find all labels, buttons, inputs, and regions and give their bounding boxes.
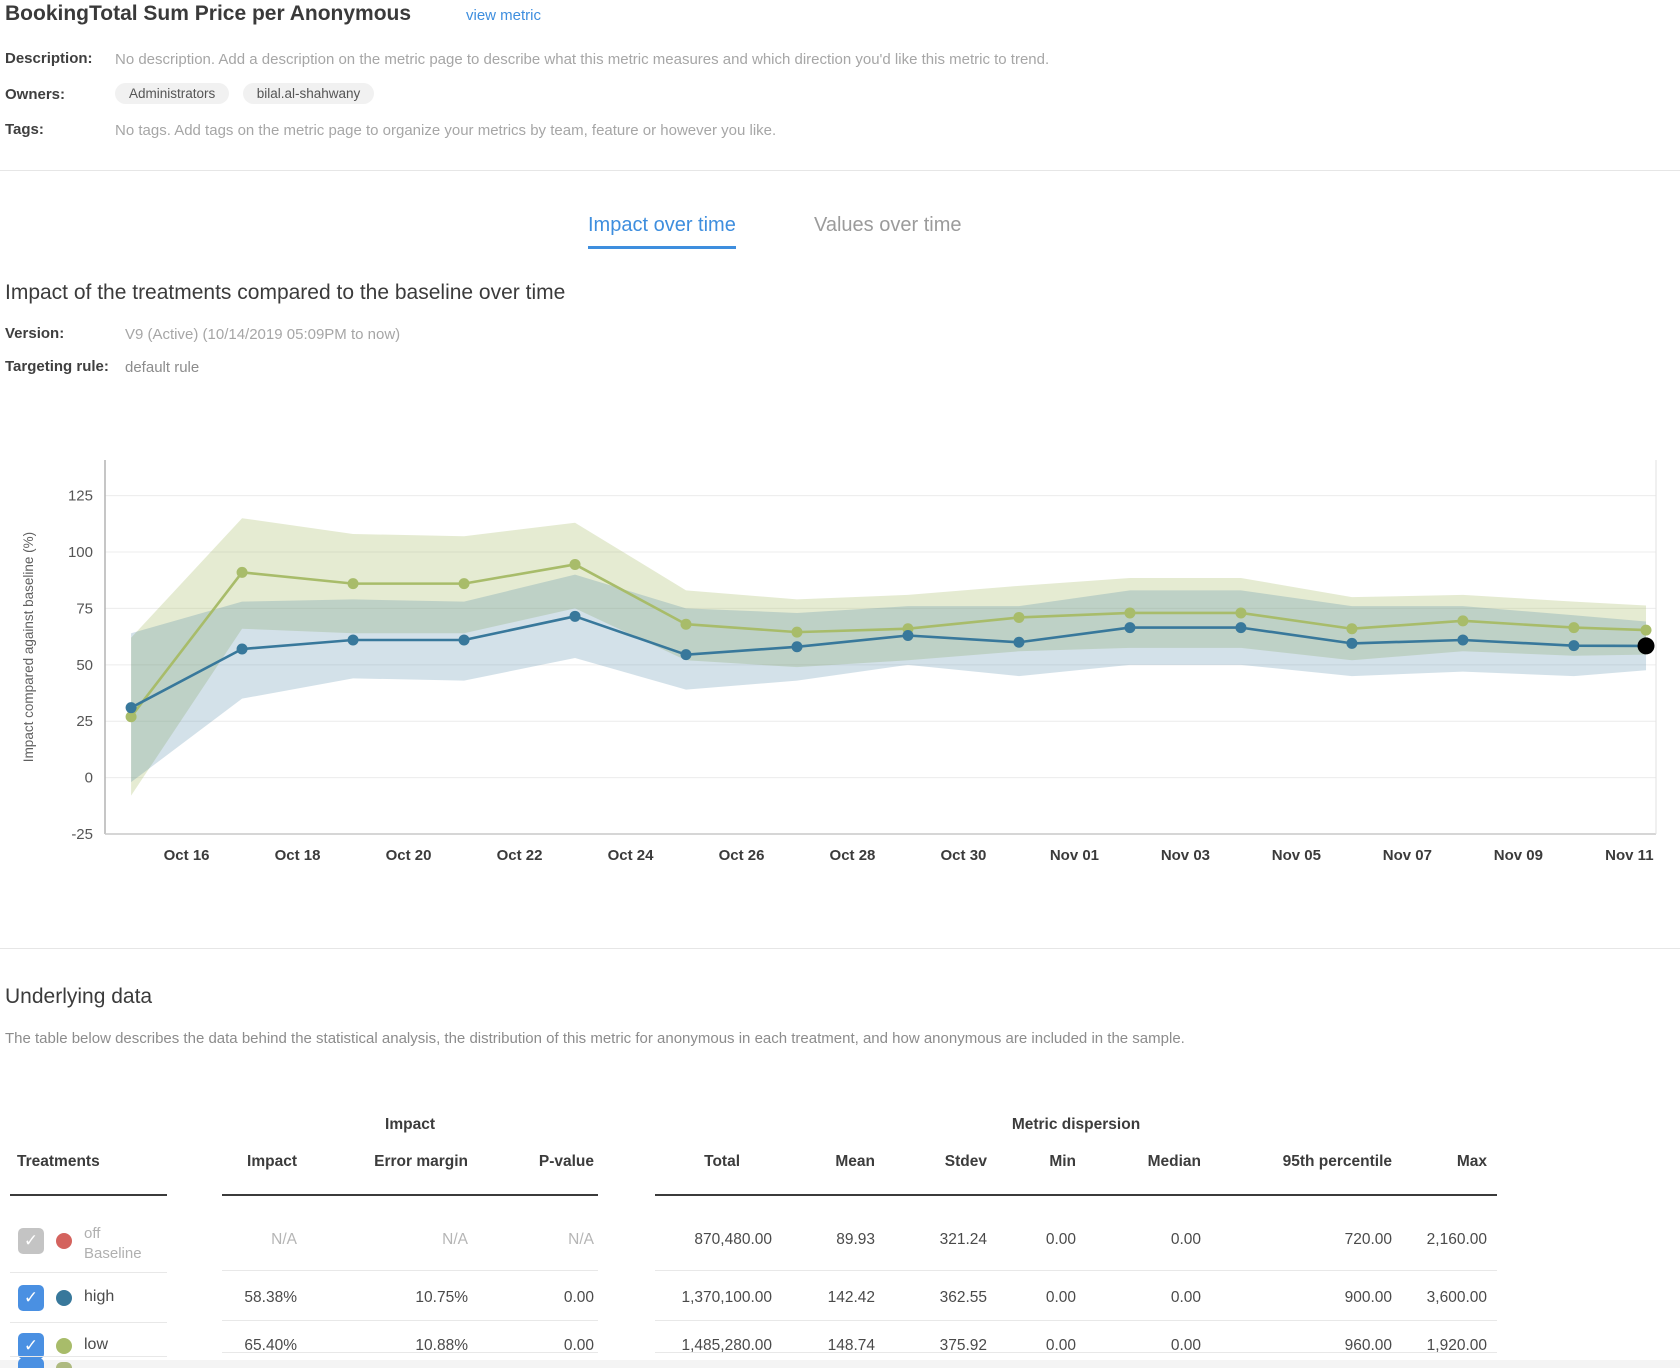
svg-text:100: 100	[68, 544, 93, 561]
tab-values-over-time[interactable]: Values over time	[814, 214, 961, 246]
dispersion-group-header: Metric dispersion	[655, 1116, 1497, 1134]
treatment-low-label: low	[84, 1336, 108, 1354]
version-value: V9 (Active) (10/14/2019 05:09PM to now)	[125, 326, 400, 343]
tags-label: Tags:	[5, 121, 44, 138]
partial-next-row	[0, 1360, 1680, 1368]
col-p-value: P-value	[474, 1153, 594, 1171]
treatments-header: Treatments	[17, 1153, 100, 1171]
impact-group-header: Impact	[222, 1116, 598, 1134]
partial-checkbox[interactable]	[18, 1358, 44, 1368]
cell-high-error: 10.75%	[348, 1289, 468, 1307]
treatment-off-dot-icon	[56, 1233, 72, 1249]
col-min: Min	[956, 1153, 1076, 1171]
cell-high-total: 1,370,100.00	[612, 1289, 772, 1307]
svg-text:50: 50	[76, 657, 93, 674]
svg-text:0: 0	[85, 770, 93, 787]
targeting-rule-value: default rule	[125, 359, 199, 376]
cell-off-mean: 89.93	[755, 1231, 875, 1249]
col-median: Median	[1081, 1153, 1201, 1171]
svg-text:Oct 18: Oct 18	[275, 847, 321, 864]
svg-text:Oct 20: Oct 20	[386, 847, 432, 864]
col-error-margin: Error margin	[348, 1153, 468, 1171]
svg-text:Nov 07: Nov 07	[1383, 847, 1432, 864]
cell-high-median: 0.00	[1081, 1289, 1201, 1307]
cell-off-impact: N/A	[177, 1231, 297, 1249]
impact-underline	[222, 1194, 598, 1196]
cell-off-max: 2,160.00	[1367, 1231, 1487, 1249]
cell-off-median: 0.00	[1081, 1231, 1201, 1249]
col-max: Max	[1367, 1153, 1487, 1171]
svg-text:25: 25	[76, 713, 93, 730]
owner-chip: Administrators	[115, 83, 229, 104]
impact-section-heading: Impact of the treatments compared to the…	[5, 281, 565, 305]
header-divider	[0, 170, 1680, 171]
svg-text:Nov 01: Nov 01	[1050, 847, 1099, 864]
partial-dot-icon	[56, 1362, 72, 1368]
dispersion-underline	[655, 1194, 1497, 1196]
cell-high-max: 3,600.00	[1367, 1289, 1487, 1307]
view-metric-link[interactable]: view metric	[466, 7, 541, 24]
svg-text:Nov 03: Nov 03	[1161, 847, 1210, 864]
page-title: BookingTotal Sum Price per Anonymous	[5, 2, 411, 26]
svg-text:Oct 16: Oct 16	[164, 847, 210, 864]
owners-label: Owners:	[5, 86, 65, 103]
underlying-data-description: The table below describes the data behin…	[5, 1030, 1505, 1047]
svg-text:Nov 05: Nov 05	[1272, 847, 1321, 864]
cell-high-impact: 58.38%	[177, 1289, 297, 1307]
treatment-low-dot-icon	[56, 1338, 72, 1354]
cell-off-min: 0.00	[956, 1231, 1076, 1249]
cell-high-pvalue: 0.00	[474, 1289, 594, 1307]
cell-high-min: 0.00	[956, 1289, 1076, 1307]
col-impact: Impact	[177, 1153, 297, 1171]
cell-high-mean: 142.42	[755, 1289, 875, 1307]
svg-text:Oct 26: Oct 26	[719, 847, 765, 864]
treatment-high-checkbox[interactable]: ✓	[18, 1285, 44, 1311]
tags-value: No tags. Add tags on the metric page to …	[115, 122, 776, 139]
treatments-underline	[10, 1194, 167, 1196]
treatment-off-checkbox[interactable]: ✓	[18, 1228, 44, 1254]
description-label: Description:	[5, 50, 93, 67]
owners-chips: Administrators bilal.al-shahwany	[115, 83, 383, 104]
svg-text:Oct 24: Oct 24	[608, 847, 655, 864]
metric-details-page: BookingTotal Sum Price per Anonymous vie…	[0, 0, 1680, 1368]
treatment-high-dot-icon	[56, 1290, 72, 1306]
svg-text:Oct 28: Oct 28	[830, 847, 876, 864]
svg-text:-25: -25	[71, 826, 93, 843]
treatment-off-label: off Baseline	[84, 1224, 142, 1264]
owner-chip: bilal.al-shahwany	[243, 83, 375, 104]
description-value: No description. Add a description on the…	[115, 51, 1049, 68]
treatment-high-label: high	[84, 1288, 114, 1306]
targeting-rule-label: Targeting rule:	[5, 358, 109, 375]
impact-over-time-chart: -25 0 25 50 75 100 125 Impact compared against …	[0, 440, 1680, 870]
col-mean: Mean	[755, 1153, 875, 1171]
col-total: Total	[600, 1153, 740, 1171]
svg-text:75: 75	[76, 600, 93, 617]
cell-off-total: 870,480.00	[612, 1231, 772, 1249]
chart-divider	[0, 948, 1680, 949]
svg-text:Nov 11: Nov 11	[1605, 847, 1653, 864]
svg-text:Impact compared against baseli: Impact compared against baseline (%)	[21, 532, 36, 762]
cell-off-error: N/A	[348, 1231, 468, 1249]
underlying-data-heading: Underlying data	[5, 985, 152, 1009]
version-label: Version:	[5, 325, 64, 342]
svg-text:125: 125	[68, 488, 93, 505]
svg-text:Oct 22: Oct 22	[497, 847, 543, 864]
svg-text:Oct 30: Oct 30	[941, 847, 987, 864]
svg-text:Nov 09: Nov 09	[1494, 847, 1543, 864]
tab-impact-over-time[interactable]: Impact over time	[588, 214, 736, 249]
cell-off-pvalue: N/A	[474, 1231, 594, 1249]
